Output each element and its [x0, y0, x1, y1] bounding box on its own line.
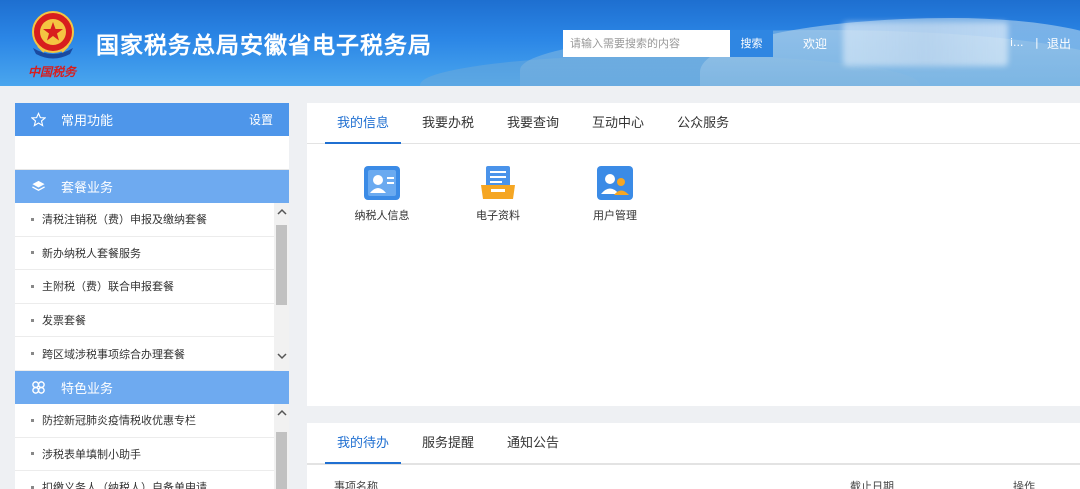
scroll-thumb[interactable] [276, 225, 287, 305]
logout-link[interactable]: 退出 [1047, 35, 1071, 52]
document-tray-icon [481, 166, 515, 199]
list-item[interactable]: 主附税（费）联合申报套餐 [15, 270, 274, 304]
list-item[interactable]: 发票套餐 [15, 304, 274, 338]
my-info-panel: 我的信息 我要办税 我要查询 互动中心 公众服务 纳税人信息 电子资料 用户管理 [307, 103, 1080, 406]
app-grid: 纳税人信息 电子资料 用户管理 [307, 144, 1080, 244]
featured-scrollbar[interactable] [274, 403, 289, 489]
search-input[interactable] [563, 30, 730, 57]
tab-service-reminders[interactable]: 服务提醒 [410, 423, 486, 464]
settings-link[interactable]: 设置 [249, 111, 273, 128]
list-item[interactable]: 跨区域涉税事项综合办理套餐 [15, 337, 274, 371]
todo-tabs: 我的待办 服务提醒 通知公告 [307, 423, 1080, 464]
layers-icon [15, 179, 61, 194]
todo-panel: 我的待办 服务提醒 通知公告 事项名称 截止日期 操作 [307, 423, 1080, 489]
star-icon [15, 112, 61, 127]
app-label: 用户管理 [593, 209, 637, 222]
welcome-text: 欢迎 [803, 37, 828, 51]
app-electronic-documents[interactable]: 电子资料 [458, 165, 538, 223]
tab-public-services[interactable]: 公众服务 [665, 103, 741, 144]
common-functions-header[interactable]: 常用功能 设置 [15, 103, 289, 136]
todo-table-header: 事项名称 截止日期 操作 [307, 464, 1080, 489]
app-label: 纳税人信息 [354, 209, 410, 222]
list-item[interactable]: 扣缴义务人（纳税人）自备单申请 [15, 471, 274, 489]
search-button[interactable]: 搜索 [730, 30, 773, 57]
list-item[interactable]: 防控新冠肺炎疫情税收优惠专栏 [15, 404, 274, 438]
package-services-list: 清税注销税（费）申报及缴纳套餐 新办纳税人套餐服务 主附税（费）联合申报套餐 发… [15, 203, 289, 371]
common-functions-title: 常用功能 [61, 114, 114, 129]
app-user-management[interactable]: 用户管理 [575, 165, 655, 223]
package-services-title: 套餐业务 [61, 181, 114, 196]
main-tabs: 我的信息 我要办税 我要查询 互动中心 公众服务 [307, 103, 1080, 144]
tab-announcements[interactable]: 通知公告 [495, 423, 571, 464]
column-item-name: 事项名称 [334, 480, 378, 489]
featured-services-title: 特色业务 [61, 381, 114, 397]
package-scrollbar[interactable] [274, 203, 289, 371]
scroll-thumb[interactable] [276, 431, 287, 489]
package-services-header[interactable]: 套餐业务 [15, 170, 289, 203]
tab-query[interactable]: 我要查询 [495, 103, 571, 144]
featured-services-list: 防控新冠肺炎疫情税收优惠专栏 涉税表单填制小助手 扣缴义务人（纳税人）自备单申请 [15, 403, 289, 489]
tax-emblem-logo [32, 11, 74, 59]
taxpayer-card-icon [364, 166, 400, 200]
user-name-blurred [843, 22, 1008, 66]
chevron-up-icon[interactable] [274, 404, 289, 421]
list-item[interactable]: 涉税表单填制小助手 [15, 438, 274, 472]
list-item[interactable]: 清税注销税（费）申报及缴纳套餐 [15, 203, 274, 237]
chevron-up-icon[interactable] [274, 203, 289, 220]
site-title: 国家税务总局安徽省电子税务局 [96, 33, 432, 59]
users-icon [597, 166, 633, 200]
chevron-down-icon[interactable] [274, 348, 289, 365]
column-action: 操作 [1013, 480, 1035, 489]
tab-my-info[interactable]: 我的信息 [325, 103, 402, 144]
clover-icon [15, 380, 61, 395]
featured-services-header[interactable]: 特色业务 [15, 370, 289, 404]
app-taxpayer-info[interactable]: 纳税人信息 [342, 165, 422, 223]
header-separator: | [1035, 36, 1039, 49]
tab-my-todo[interactable]: 我的待办 [325, 423, 402, 464]
common-functions-body [15, 136, 289, 170]
app-label: 电子资料 [476, 209, 520, 222]
tab-interaction-center[interactable]: 互动中心 [580, 103, 656, 144]
list-item[interactable]: 新办纳税人套餐服务 [15, 237, 274, 271]
sidebar: 常用功能 设置 套餐业务 清税注销税（费）申报及缴纳套餐 新办纳税人套餐服务 主… [15, 103, 289, 489]
user-name-suffix: i... [1010, 36, 1024, 49]
header-banner: 中国税务 国家税务总局安徽省电子税务局 搜索 欢迎 i... | 退出 [0, 0, 1080, 86]
column-deadline: 截止日期 [850, 480, 894, 489]
emblem-subtitle: 中国税务 [28, 65, 77, 79]
tab-tax-handling[interactable]: 我要办税 [410, 103, 486, 144]
